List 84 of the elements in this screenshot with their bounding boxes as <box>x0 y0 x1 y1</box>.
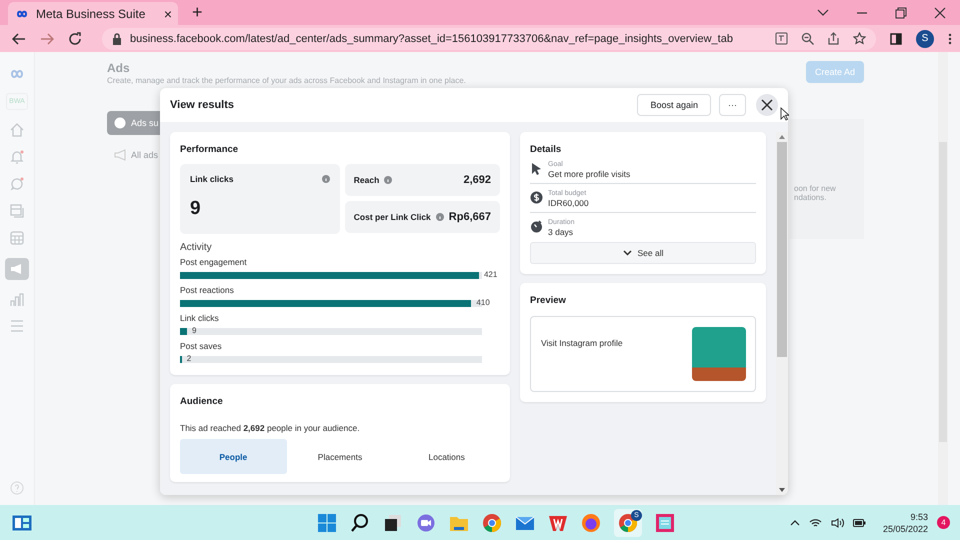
ad-preview[interactable]: Visit Instagram profile <box>530 316 756 392</box>
page-title: Ads <box>107 61 131 75</box>
scroll-up-icon <box>779 135 785 139</box>
megaphone-glyph-icon <box>10 263 24 275</box>
back-arrow-icon[interactable] <box>12 32 26 44</box>
widgets-icon[interactable] <box>12 514 32 530</box>
address-bar[interactable]: business.facebook.com/latest/ad_center/ads_summary?asset_id=156103917733706&nav_ref=page_insights_overview_tab <box>102 28 876 50</box>
close-icon <box>761 99 773 111</box>
chevron-down-icon <box>622 250 632 256</box>
info-icon <box>322 175 330 183</box>
dialog-scrollbar[interactable] <box>776 132 788 495</box>
restore-icon[interactable] <box>895 6 907 18</box>
reload-icon[interactable] <box>68 32 82 46</box>
metric-label: Link clicks <box>190 174 234 184</box>
info-icon <box>436 213 444 221</box>
megaphone-outline-icon <box>114 149 126 161</box>
info-icon <box>384 176 392 184</box>
screen-app-icon[interactable] <box>655 512 675 532</box>
zoom-icon[interactable] <box>801 32 814 45</box>
recommendation-text: oon for new <box>794 184 837 193</box>
activity-label: Post engagement <box>180 257 248 267</box>
video-chat-icon[interactable] <box>416 512 436 532</box>
wifi-icon[interactable] <box>808 518 822 528</box>
metric-value: Rp6,667 <box>448 211 491 223</box>
profile-avatar[interactable]: S <box>916 30 934 48</box>
boost-again-button[interactable]: Boost again <box>637 94 711 116</box>
dialog-title: View results <box>170 99 235 111</box>
side-panel-icon[interactable] <box>890 32 902 44</box>
audience-summary: This ad reached 2,692 people in your audience. <box>180 423 361 433</box>
windows-start-icon[interactable] <box>317 512 337 532</box>
card-title: Details <box>530 144 562 155</box>
speaker-icon[interactable] <box>830 518 844 528</box>
recommendation-text: ndations. <box>794 193 828 202</box>
new-tab-button[interactable]: + <box>192 2 203 23</box>
metric-value: 2,692 <box>463 174 491 186</box>
detail-value: Get more profile visits <box>548 169 630 179</box>
fox-browser-icon[interactable] <box>581 512 601 532</box>
more-options-button[interactable]: ··· <box>719 94 746 116</box>
dollar-coin-icon <box>530 191 543 204</box>
browser-icon[interactable] <box>482 512 502 532</box>
audience-tab[interactable]: People <box>180 439 287 474</box>
stopwatch-icon <box>530 220 543 233</box>
detail-value: 3 days <box>548 227 574 237</box>
audience-tab[interactable]: Placements <box>286 439 394 474</box>
card-title: Performance <box>180 144 240 155</box>
browser-tab[interactable]: Meta Business Suite × <box>8 2 178 25</box>
scroll-down-icon <box>779 488 785 492</box>
page-scrollbar[interactable] <box>938 52 948 505</box>
image-placeholder <box>692 327 746 381</box>
star-icon[interactable] <box>853 32 866 45</box>
activity-label: Link clicks <box>180 313 220 323</box>
infinity-logo-icon <box>14 8 30 18</box>
card-title: Audience <box>180 396 224 407</box>
activity-value: 9 <box>192 326 196 335</box>
battery-icon[interactable] <box>852 518 866 526</box>
activity-label: Post reactions <box>180 285 235 295</box>
notification-badge[interactable]: 4 <box>937 516 950 529</box>
see-all-button[interactable]: See all <box>530 242 756 264</box>
metric-label: Cost per Link Click <box>354 212 431 222</box>
metric-label: Reach <box>354 175 380 185</box>
share-icon[interactable] <box>827 32 840 45</box>
page-subtitle: Create, manage and track the performance of your ads across Facebook and Instagram in one place. <box>107 76 467 85</box>
close-tab-button[interactable]: × <box>164 6 172 22</box>
translate-icon[interactable] <box>775 32 788 45</box>
preview-text: Visit Instagram profile <box>541 338 623 348</box>
cursor-icon <box>530 162 543 175</box>
activity-value: 421 <box>484 270 498 279</box>
card-title: Preview <box>530 295 567 306</box>
lock-icon <box>112 32 122 44</box>
activity-value: 2 <box>186 354 192 363</box>
clock[interactable]: 9:53 25/05/2022 <box>882 510 928 534</box>
section-heading: Activity <box>180 242 213 253</box>
close-button[interactable] <box>756 94 778 116</box>
more-vertical-icon[interactable] <box>948 32 952 44</box>
detail-value: IDR60,000 <box>548 198 589 208</box>
activity-value: 410 <box>476 298 490 307</box>
activity-label: Post saves <box>180 341 223 351</box>
audience-tab[interactable]: Locations <box>393 439 500 474</box>
metric-value: 9 <box>190 198 202 220</box>
close-icon[interactable] <box>934 6 946 18</box>
task-view-icon[interactable] <box>383 512 403 532</box>
chevron-down-icon[interactable] <box>817 8 829 16</box>
chevron-up-icon[interactable] <box>790 520 800 526</box>
search-icon[interactable] <box>350 512 370 532</box>
